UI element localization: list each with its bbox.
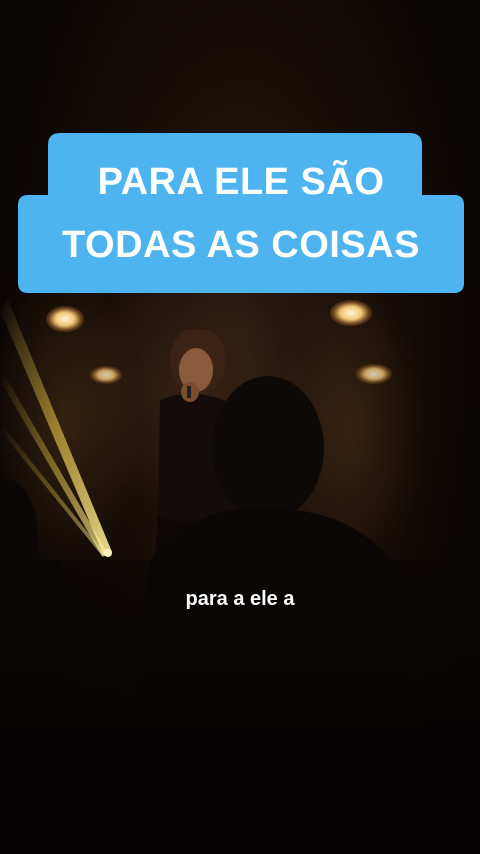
title-banner-background xyxy=(18,133,464,293)
video-frame[interactable]: PARA ELE SÃO TODAS AS COISAS para a ele … xyxy=(0,0,480,854)
lyrics-caption: para a ele a xyxy=(185,588,295,610)
title-banner: PARA ELE SÃO TODAS AS COISAS xyxy=(18,133,464,293)
title-line-2: TODAS AS COISAS xyxy=(62,224,420,266)
title-line-1: PARA ELE SÃO xyxy=(97,161,385,203)
